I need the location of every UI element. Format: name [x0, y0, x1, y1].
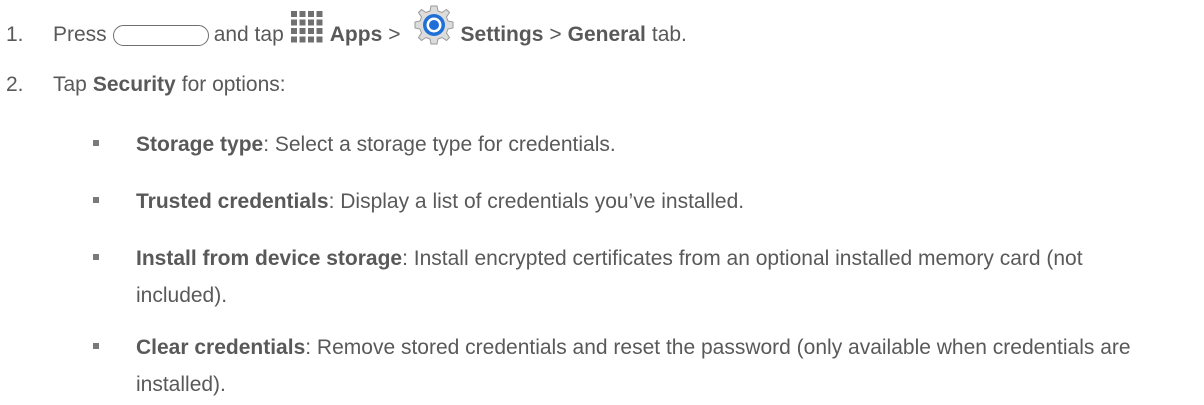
list-item: Clear credentials: Remove stored credent… — [93, 329, 1193, 403]
separator: > — [549, 23, 562, 46]
step-number: 2. — [6, 73, 24, 96]
option-term: Clear credentials — [136, 336, 306, 359]
option-desc: : Select a storage type for credentials. — [263, 133, 616, 156]
tab-text: tab. — [651, 23, 687, 46]
apps-grid-icon — [290, 10, 324, 44]
option-desc: : Display a list of credentials you’ve i… — [328, 190, 745, 213]
bullet-icon — [93, 197, 99, 203]
security-label: Security — [92, 73, 176, 96]
list-item: Trusted credentials: Display a list of c… — [93, 183, 1193, 220]
press-text: Press — [53, 23, 107, 46]
step-number: 1. — [6, 23, 24, 46]
option-term: Install from device storage — [136, 247, 403, 270]
home-button-icon — [112, 24, 209, 46]
bullet-icon — [93, 254, 99, 260]
and-tap-text: and tap — [213, 23, 284, 46]
list-item: Install from device storage: Install enc… — [93, 240, 1193, 314]
bullet-icon — [93, 343, 99, 349]
step-2: 2. Tap Security for options: — [0, 73, 286, 97]
tap-text: Tap — [53, 73, 87, 96]
apps-label: Apps — [329, 23, 383, 46]
separator: > — [388, 23, 401, 46]
general-label: General — [567, 23, 646, 46]
bullet-icon — [93, 140, 99, 146]
option-term: Trusted credentials — [136, 190, 329, 213]
option-term: Storage type — [136, 133, 264, 156]
list-item: Storage type: Select a storage type for … — [93, 126, 1193, 163]
settings-gear-icon — [413, 4, 455, 46]
settings-label: Settings — [460, 23, 544, 46]
step-1: 1. Press and tap Apps > Settings > Gener… — [0, 5, 687, 56]
for-options-text: for options: — [181, 73, 286, 96]
